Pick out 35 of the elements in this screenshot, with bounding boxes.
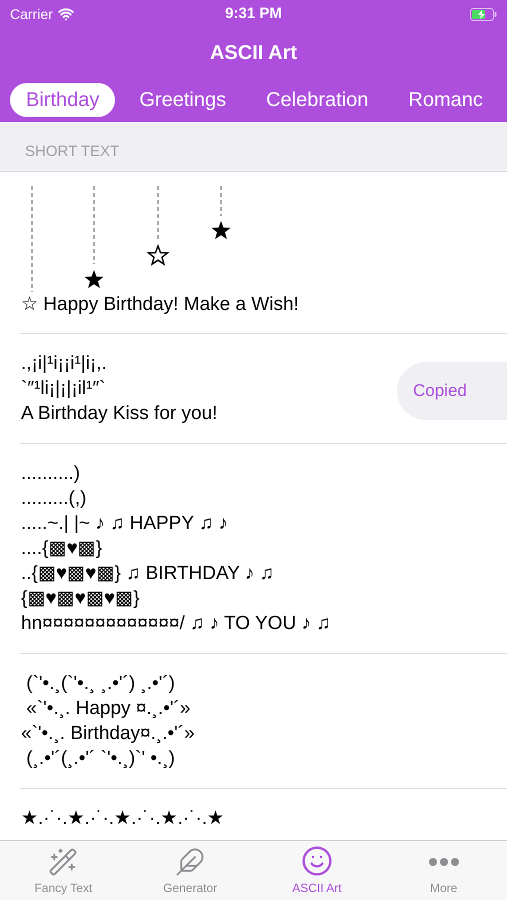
carrier-label: Carrier xyxy=(10,4,53,24)
more-icon xyxy=(428,858,459,866)
category-tab[interactable]: Celebration xyxy=(250,83,384,117)
art-line: (¸.•'´(¸.•'´ `'•.¸)`' •.¸) xyxy=(25,747,175,771)
art-line: ....{▩♥▩} xyxy=(21,537,102,561)
art-line: .....~.| |~ ♪ ♫ HAPPY ♫ ♪ xyxy=(21,512,228,536)
bottom-tab[interactable]: More xyxy=(380,841,507,900)
smiley-face-icon xyxy=(300,845,333,877)
battery-icon xyxy=(470,8,497,20)
art-line: {▩♥▩♥▩♥▩} xyxy=(21,587,140,611)
bottom-tab[interactable]: Fancy Text xyxy=(0,841,127,900)
category-tab[interactable]: Birthday xyxy=(10,83,116,117)
art-line: (`'•.¸(`'•.¸ ¸.•'´) ¸.•'´) xyxy=(25,672,175,696)
art-line: `″¹li¡|¡|¡il¹″` xyxy=(21,377,106,401)
art-line: .........(,) xyxy=(21,487,86,511)
category-tab[interactable]: Greetings xyxy=(123,83,242,117)
art-line: ★.·˙·.★.·˙·.★.·˙·.★.·˙·.★ xyxy=(21,807,224,831)
screen-title: ASCII Art xyxy=(210,41,298,66)
section-title: SHORT TEXT xyxy=(25,142,120,162)
feather-icon xyxy=(175,847,206,877)
bottom-tab[interactable]: ASCII Art xyxy=(254,841,380,900)
copied-label: Copied xyxy=(413,380,467,402)
art-line: hn¤¤¤¤¤¤¤¤¤¤¤¤¤/ ♫ ♪ TO YOU ♪ ♫ xyxy=(21,612,330,636)
bottom-tab[interactable]: Generator xyxy=(126,841,254,900)
wifi-icon xyxy=(58,6,74,22)
art-line: «`'•.¸. Birthday¤.¸.•'´» xyxy=(21,722,195,746)
art-line: ..........) xyxy=(21,462,80,486)
art-line: A Birthday Kiss for you! xyxy=(21,402,218,426)
art-line: ☆ Happy Birthday! Make a Wish! xyxy=(21,293,299,317)
art-line: .,¡i|¹i¡¡i¹|i¡,. xyxy=(21,352,107,376)
art-line: ..{▩♥▩♥▩} ♫ BIRTHDAY ♪ ♫ xyxy=(21,562,274,586)
magic-wand-icon xyxy=(48,847,78,877)
status-time: 9:31 PM xyxy=(225,4,282,24)
category-tab[interactable]: Romanc xyxy=(392,83,499,117)
art-line: «`'•.¸. Happy ¤.¸.•'´» xyxy=(25,697,190,721)
